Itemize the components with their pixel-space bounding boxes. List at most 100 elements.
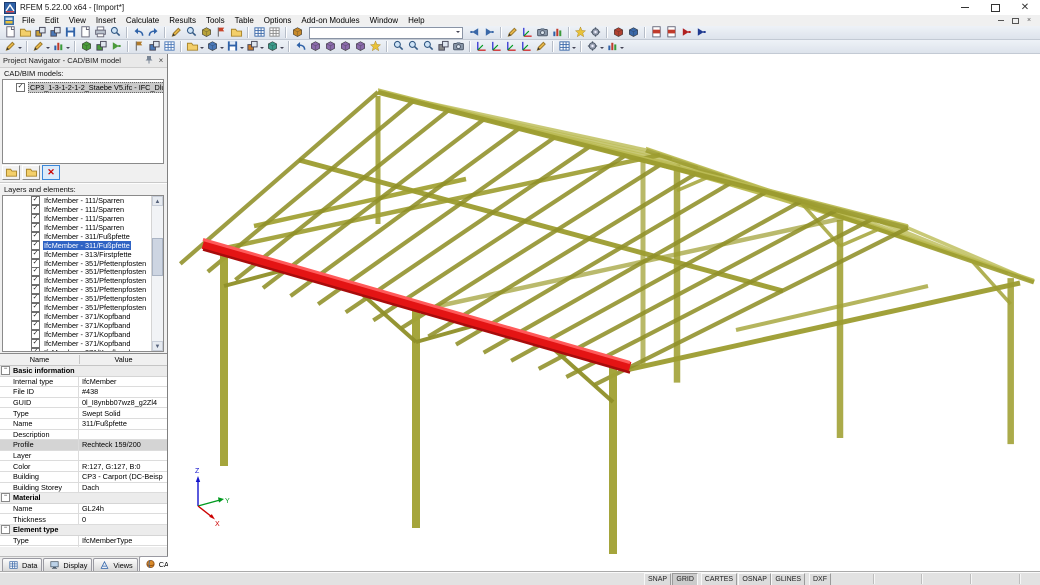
import-ifc-model-button[interactable] — [2, 165, 20, 180]
clipping-plane-button[interactable] — [534, 40, 549, 53]
layer-item[interactable]: ✓ IfcMember - 351/Pfettenpfosten — [3, 276, 163, 286]
previous-view-button[interactable] — [467, 26, 482, 39]
layer-checkbox[interactable]: ✓ — [31, 294, 40, 304]
layer-item[interactable]: ✓ IfcMember - 351/Pfettenpfosten — [3, 294, 163, 304]
property-row-color[interactable]: Color R:127, G:127, B:0 — [0, 461, 167, 472]
layer-checkbox[interactable]: ✓ — [31, 338, 40, 348]
menu-results[interactable]: Results — [164, 15, 201, 26]
new-surface-button[interactable] — [225, 40, 245, 53]
user-coordinate-button[interactable] — [520, 26, 535, 39]
menu-insert[interactable]: Insert — [91, 15, 121, 26]
menu-options[interactable]: Options — [259, 15, 297, 26]
layer-item-selected[interactable]: ✓ IfcMember - 311/Fußpfette — [3, 240, 163, 250]
isometric-z-button[interactable] — [504, 40, 519, 53]
layers-elements-list[interactable]: ✓ IfcMember - 111/Sparren ✓ IfcMember - 111… — [2, 195, 164, 352]
export-button[interactable] — [48, 26, 63, 39]
delete-ifc-model-button[interactable]: ✕ — [42, 165, 60, 180]
print-preview-button[interactable] — [108, 26, 123, 39]
property-row-layer[interactable]: Layer — [0, 450, 167, 462]
layer-item[interactable]: ✓ IfcMember - 351/Pfettenpfosten — [3, 258, 163, 268]
layer-item[interactable]: ✓IfcMember - 371/Kopfband — [3, 321, 163, 331]
layer-checkbox[interactable]: ✓ — [31, 196, 40, 205]
layer-checkbox[interactable]: ✓ — [31, 231, 40, 241]
module-list-button[interactable] — [626, 26, 641, 39]
save-button[interactable] — [63, 26, 78, 39]
isometric-y-button[interactable] — [489, 40, 504, 53]
manage-views-button[interactable] — [229, 26, 244, 39]
view-xy-button[interactable] — [308, 40, 323, 53]
property-row-guid[interactable]: GUID 0l_I8ynbb07wz8_g2Zl4 — [0, 397, 167, 409]
menu-file[interactable]: File — [17, 15, 40, 26]
new-load-button[interactable] — [265, 40, 285, 53]
show-tables-button[interactable] — [252, 26, 267, 39]
zoom-out-button[interactable] — [421, 40, 436, 53]
panel-close-icon[interactable]: × — [155, 56, 167, 65]
status-snap-toggle[interactable]: SNAP — [644, 573, 672, 585]
new-member-button[interactable] — [245, 40, 265, 53]
tab-data[interactable]: Data — [2, 558, 43, 571]
layer-checkbox[interactable]: ✓ — [31, 312, 40, 322]
export-ifc-model-button[interactable] — [22, 165, 40, 180]
isometric-view-button[interactable] — [519, 40, 534, 53]
new-line-button[interactable] — [205, 40, 225, 53]
property-group-material[interactable]: − Material — [0, 493, 167, 504]
layers-scrollbar[interactable]: ▲ ▼ — [151, 196, 163, 351]
menu-help[interactable]: Help — [403, 15, 429, 26]
menu-add-on-modules[interactable]: Add-on Modules — [296, 15, 364, 26]
cad-bim-models-list[interactable]: ✓ CP3_1-3-1-2-1-2_Staebe V5.ifc - IFC_Dl… — [2, 79, 164, 164]
model-list-item[interactable]: ✓ CP3_1-3-1-2-1-2_Staebe V5.ifc - IFC_Dl… — [16, 82, 163, 93]
menu-tools[interactable]: Tools — [201, 15, 230, 26]
layer-checkbox[interactable]: ✓ — [31, 276, 40, 286]
activate-all-button[interactable] — [109, 40, 124, 53]
mdi-minimize-button[interactable] — [994, 16, 1008, 25]
module-favorites-button[interactable] — [611, 26, 626, 39]
view-combobox[interactable] — [309, 26, 463, 39]
report-red-button[interactable] — [679, 26, 694, 39]
undo-button[interactable] — [131, 26, 146, 39]
property-row-profile[interactable]: Profile Rechteck 159/200 — [0, 440, 167, 451]
layer-item[interactable]: ✓IfcMember - 371/Kopfband — [3, 347, 163, 351]
model-checkbox[interactable]: ✓ — [16, 83, 25, 92]
property-row-type[interactable]: Type IfcMemberType — [0, 535, 167, 547]
menu-edit[interactable]: Edit — [40, 15, 64, 26]
tab-views[interactable]: Views — [93, 558, 138, 571]
minimize-button[interactable] — [950, 0, 980, 15]
layer-item[interactable]: ✓ IfcMember - 111/Sparren — [3, 204, 163, 214]
layer-item[interactable]: ✓IfcMember - 371/Kopfband — [3, 338, 163, 348]
pin-icon[interactable] — [143, 55, 155, 66]
print-button[interactable] — [93, 25, 108, 39]
scroll-down-icon[interactable]: ▼ — [152, 341, 163, 351]
property-row-building[interactable]: Building CP3 - Carport (DC-Beisp — [0, 471, 167, 483]
layer-item[interactable]: ✓ IfcMember - 111/Sparren — [3, 196, 163, 205]
guide-lines-button[interactable] — [132, 40, 147, 53]
status-cartes-toggle[interactable]: CARTES — [700, 573, 738, 585]
property-group-element-type[interactable]: − Element type — [0, 524, 167, 536]
menu-window[interactable]: Window — [365, 15, 403, 26]
report-blue-button[interactable] — [694, 26, 709, 39]
isometric-x-button[interactable] — [474, 40, 489, 53]
edit-mode-button[interactable] — [169, 26, 184, 39]
layer-checkbox[interactable]: ✓ — [31, 267, 40, 277]
navigator-toggle-button[interactable] — [290, 26, 305, 39]
property-row-file-id[interactable]: File ID #438 — [0, 387, 167, 398]
import-button[interactable] — [33, 26, 48, 39]
menu-table[interactable]: Table — [230, 15, 259, 26]
select-objects-button[interactable] — [505, 26, 520, 39]
layer-checkbox[interactable]: ✓ — [31, 222, 40, 232]
layer-item[interactable]: ✓IfcMember - 371/Kopfband — [3, 312, 163, 322]
layer-checkbox[interactable]: ✓ — [31, 321, 40, 331]
rotate-view-button[interactable] — [293, 40, 308, 53]
generator-button[interactable] — [573, 25, 588, 39]
maximize-button[interactable] — [980, 0, 1010, 15]
property-row-internal-type[interactable]: Internal type IfcMember — [0, 376, 167, 388]
property-row-thickness[interactable]: Thickness 0 — [0, 514, 167, 525]
background-layers-button[interactable] — [147, 40, 162, 53]
layer-item[interactable]: ✓ IfcMember - 351/Pfettenpfosten — [3, 267, 163, 277]
zoom-window-button[interactable] — [391, 40, 406, 53]
pan-button[interactable] — [436, 40, 451, 53]
status-glines-toggle[interactable]: GLINES — [771, 573, 806, 585]
redo-button[interactable] — [146, 26, 161, 39]
mdi-restore-button[interactable] — [1008, 16, 1022, 25]
menu-view[interactable]: View — [64, 15, 91, 26]
collapse-icon[interactable]: − — [1, 525, 10, 535]
